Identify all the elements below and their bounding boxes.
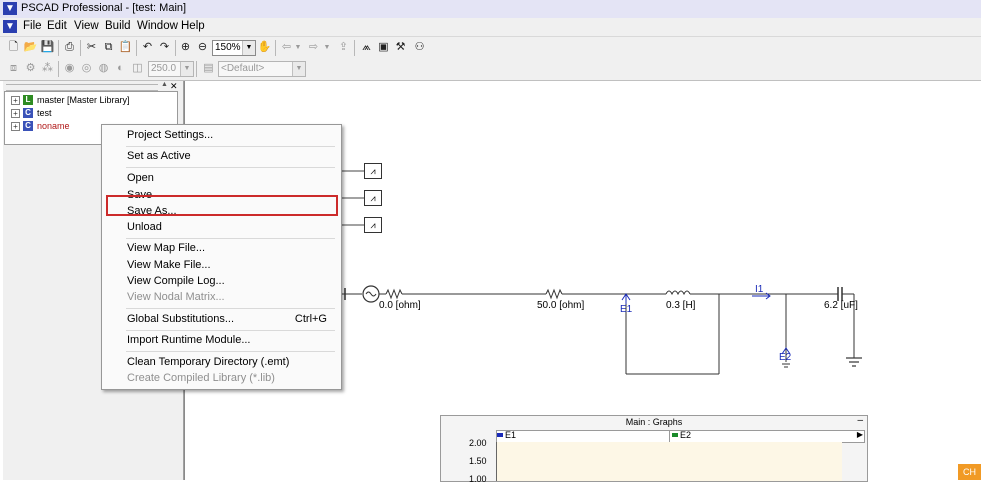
menu-project-settings[interactable]: Project Settings...: [127, 129, 213, 141]
menu-shortcut-ctrl-g: Ctrl+G: [294, 313, 327, 325]
e2-label: E2: [779, 352, 792, 363]
inductor-label: 0.3 [H]: [666, 300, 696, 311]
menu-separator: [126, 167, 335, 168]
menu-separator: [126, 146, 335, 147]
menu-unload[interactable]: Unload: [127, 221, 162, 233]
menu-set-as-active[interactable]: Set as Active: [127, 150, 191, 162]
menu-view-map-file[interactable]: View Map File...: [127, 242, 205, 254]
language-indicator[interactable]: CH: [958, 464, 981, 480]
menu-view-compile-log[interactable]: View Compile Log...: [127, 275, 225, 287]
menu-separator: [126, 351, 335, 352]
graph-panel[interactable]: Main : Graphs – E1 E2 ▶ 2.00 1.50 1.00: [440, 415, 868, 484]
resistor-2-label: 50.0 [ohm]: [537, 300, 585, 311]
y-tick-label: 1.50: [469, 456, 487, 466]
menu-create-compiled-library: Create Compiled Library (*.lib): [127, 372, 275, 384]
menu-clean-temp-directory[interactable]: Clean Temporary Directory (.emt): [127, 356, 289, 368]
resistor-1-label: 0.0 [ohm]: [379, 300, 421, 311]
chevron-right-icon[interactable]: ▶: [857, 430, 863, 439]
y-tick-label: 2.00: [469, 438, 487, 448]
graph-plot-area[interactable]: [496, 442, 842, 481]
e1-label: E1: [620, 304, 633, 315]
series-marker-icon: [672, 433, 678, 437]
legend-divider: [669, 431, 670, 442]
project-context-menu: Project Settings... Set as Active Open S…: [101, 124, 342, 390]
minimize-icon[interactable]: –: [857, 415, 863, 426]
meter-output-icon[interactable]: ⩘: [364, 217, 382, 233]
menu-import-runtime-module[interactable]: Import Runtime Module...: [127, 334, 251, 346]
series-marker-icon: [497, 433, 503, 437]
menu-view-nodal-matrix: View Nodal Matrix...: [127, 291, 225, 303]
i1-label: I1: [755, 284, 764, 295]
graph-title: Main : Graphs: [625, 417, 683, 427]
legend-e1: E1: [505, 430, 517, 440]
menu-view-make-file[interactable]: View Make File...: [127, 259, 211, 271]
menu-open[interactable]: Open: [127, 172, 154, 184]
legend-e2: E2: [680, 430, 692, 440]
save-as-highlight-box: [106, 195, 338, 216]
y-tick-label: 1.00: [469, 474, 487, 484]
menu-global-substitutions[interactable]: Global Substitutions...: [127, 313, 234, 325]
capacitor-label: 6.2 [uF]: [824, 300, 858, 311]
menu-separator: [126, 330, 335, 331]
menu-separator: [126, 308, 335, 309]
meter-output-icon[interactable]: ⩘: [364, 190, 382, 206]
meter-output-icon[interactable]: ⩘: [364, 163, 382, 179]
menu-separator: [126, 238, 335, 239]
